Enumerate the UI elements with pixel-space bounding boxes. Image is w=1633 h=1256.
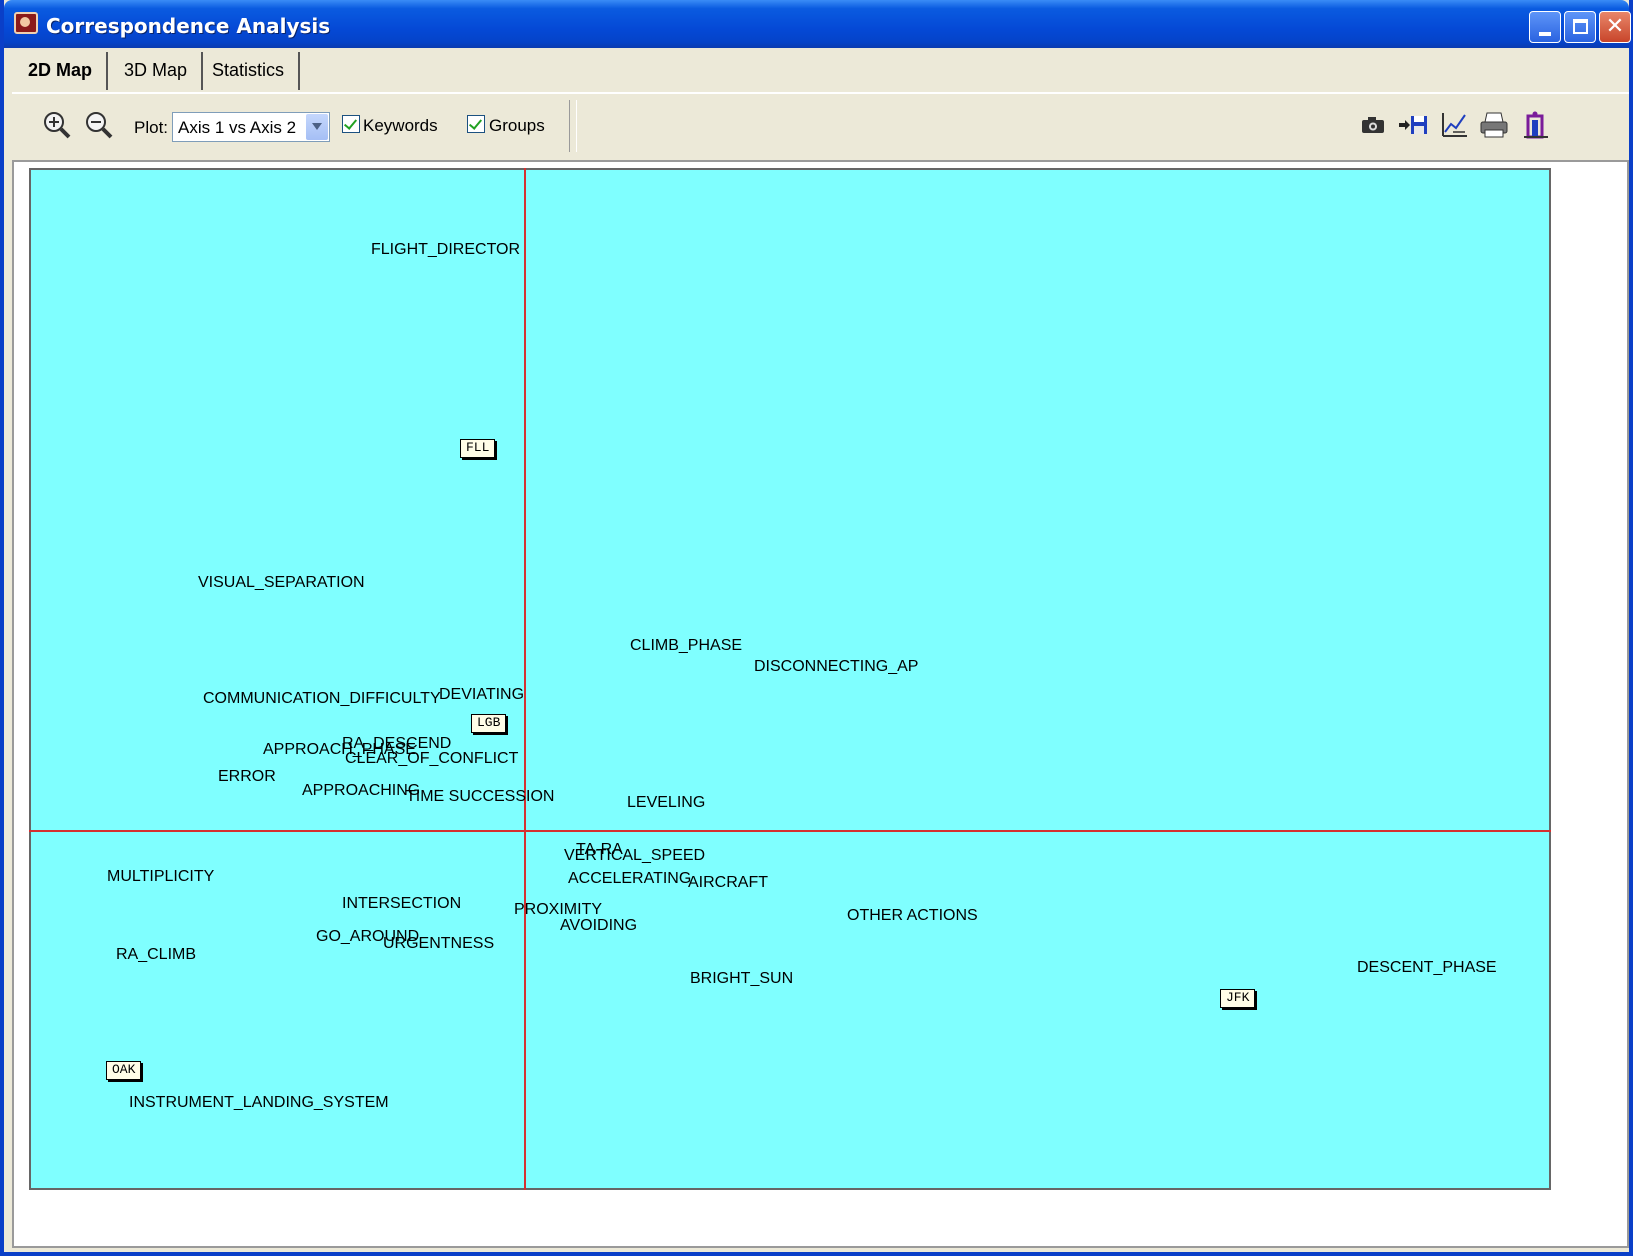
- window-title: Correspondence Analysis: [46, 14, 331, 38]
- keyword-label[interactable]: MULTIPLICITY: [107, 868, 214, 886]
- groups-checkbox[interactable]: [467, 115, 485, 133]
- minimize-icon: [1539, 32, 1551, 36]
- keyword-label[interactable]: DISCONNECTING_AP: [754, 658, 918, 676]
- keyword-label[interactable]: AIRCRAFT: [688, 874, 768, 892]
- keyword-label[interactable]: OTHER ACTIONS: [847, 907, 978, 925]
- tab-statistics[interactable]: Statistics: [198, 52, 301, 90]
- keyword-label[interactable]: URGENTNESS: [383, 935, 494, 953]
- keyword-label[interactable]: COMMUNICATION_DIFFICULTY: [203, 690, 441, 708]
- groups-label[interactable]: Groups: [489, 116, 545, 136]
- keywords-label[interactable]: Keywords: [363, 116, 438, 136]
- keyword-label[interactable]: VERTICAL_SPEED: [564, 847, 705, 865]
- keyword-label[interactable]: AVOIDING: [560, 917, 637, 935]
- keyword-label[interactable]: BRIGHT_SUN: [690, 970, 793, 988]
- minimize-button[interactable]: [1529, 11, 1561, 43]
- keyword-label[interactable]: APPROACHING: [302, 782, 420, 800]
- zoom-in-icon[interactable]: [42, 110, 72, 140]
- plot-axis-select[interactable]: Axis 1 vs Axis 2: [172, 112, 330, 142]
- keyword-label[interactable]: ERROR: [218, 768, 276, 786]
- camera-icon[interactable]: [1359, 110, 1389, 140]
- plot-label: Plot:: [134, 118, 169, 137]
- print-icon[interactable]: [1479, 110, 1509, 140]
- maximize-icon: [1573, 19, 1588, 34]
- keyword-label[interactable]: INSTRUMENT_LANDING_SYSTEM: [129, 1094, 389, 1112]
- toolbar: Plot: Axis 1 vs Axis 2 Keywords Groups: [12, 94, 1629, 160]
- plot-axis-value: Axis 1 vs Axis 2: [178, 118, 297, 137]
- group-label[interactable]: OAK: [106, 1061, 142, 1080]
- close-button[interactable]: ✕: [1599, 11, 1631, 43]
- keyword-label[interactable]: TIME SUCCESSION: [406, 788, 554, 806]
- tab-strip: 2D Map 3D Map Statistics: [12, 48, 1629, 92]
- keyword-label[interactable]: DEVIATING: [439, 686, 524, 704]
- keywords-checkbox[interactable]: [342, 115, 360, 133]
- chart-settings-icon[interactable]: [1439, 110, 1469, 140]
- close-icon: ✕: [1605, 14, 1625, 39]
- axis-1-line: [29, 830, 1551, 832]
- exit-icon[interactable]: [1521, 110, 1551, 140]
- keyword-label[interactable]: DESCENT_PHASE: [1357, 959, 1497, 977]
- maximize-button[interactable]: [1564, 11, 1596, 43]
- app-icon: [14, 12, 38, 34]
- axis-2-line: [524, 168, 526, 1190]
- tab-2d-map[interactable]: 2D Map: [14, 52, 109, 90]
- tab-3d-map[interactable]: 3D Map: [110, 52, 204, 90]
- keyword-label[interactable]: CLEAR_OF_CONFLICT: [345, 750, 518, 768]
- correspondence-map[interactable]: [29, 168, 1551, 1190]
- group-label[interactable]: LGB: [471, 714, 507, 733]
- keyword-label[interactable]: ACCELERATING: [568, 870, 691, 888]
- group-label[interactable]: FLL: [460, 439, 496, 458]
- title-bar[interactable]: Correspondence Analysis ✕: [4, 0, 1631, 48]
- export-save-icon[interactable]: [1398, 110, 1428, 140]
- keyword-label[interactable]: LEVELING: [627, 794, 705, 812]
- keyword-label[interactable]: CLIMB_PHASE: [630, 637, 742, 655]
- group-label[interactable]: JFK: [1220, 989, 1256, 1008]
- zoom-out-icon[interactable]: [84, 110, 114, 140]
- chevron-down-icon[interactable]: [306, 114, 328, 140]
- keyword-label[interactable]: VISUAL_SEPARATION: [198, 574, 365, 592]
- keyword-label[interactable]: INTERSECTION: [342, 895, 461, 913]
- keyword-label[interactable]: FLIGHT_DIRECTOR: [371, 241, 520, 259]
- toolbar-splitter[interactable]: [569, 100, 577, 152]
- correspondence-analysis-window: Correspondence Analysis ✕ 2D Map 3D Map …: [0, 0, 1633, 1256]
- keyword-label[interactable]: RA_CLIMB: [116, 946, 196, 964]
